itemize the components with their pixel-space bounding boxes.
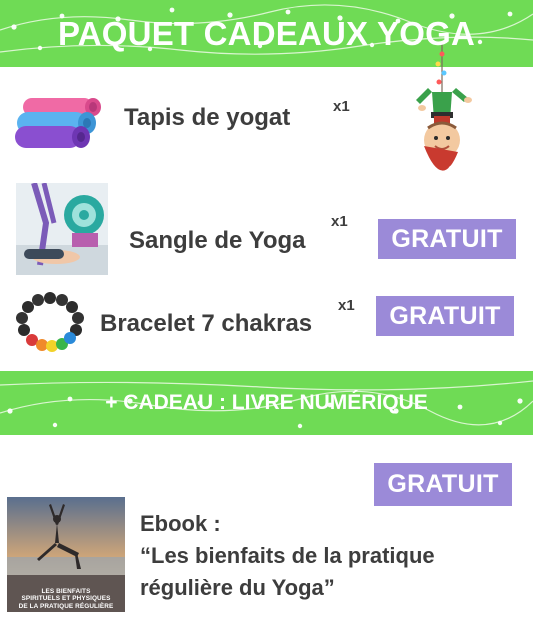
free-badge-bracelet: GRATUIT — [376, 296, 514, 336]
item-name-bracelet: Bracelet 7 chakras — [100, 310, 313, 337]
free-badge-ebook: GRATUIT — [374, 463, 512, 506]
ebook-cover-line-3: DE LA PRATIQUE RÉGULIÈRE — [18, 602, 114, 610]
header-banner: PAQUET CADEAUX YOGA — [0, 0, 533, 67]
item-qty-bracelet: x1 — [338, 297, 355, 314]
ebook-label: Ebook : — [140, 511, 221, 536]
yoga-strap-icon — [16, 183, 108, 275]
item-qty-yoga-mat: x1 — [333, 98, 350, 115]
ebook-title-line-2: régulière du Yoga” — [140, 575, 335, 600]
ebook-description: Ebook : “Les bienfaits de la pratique ré… — [140, 508, 435, 604]
ebook-cover: LES BIENFAITS SPIRITUELS ET PHYSIQUES DE… — [7, 497, 125, 612]
chakra-bracelet-icon — [16, 292, 84, 352]
yoga-mat-icon — [15, 98, 101, 148]
ebook-cover-line-1: LES BIENFAITS — [41, 587, 91, 595]
ebook-cover-line-2: SPIRITUELS ET PHYSIQUES — [21, 595, 111, 602]
item-name-yoga-strap: Sangle de Yoga — [129, 227, 306, 254]
ebook-title-line-1: “Les bienfaits de la pratique — [140, 543, 435, 568]
item-name-yoga-mat: Tapis de yogat — [124, 104, 291, 131]
gift-banner: + CADEAU : LIVRE NUMÉRIQUE — [0, 371, 533, 435]
gift-banner-text: + CADEAU : LIVRE NUMÉRIQUE — [105, 391, 428, 414]
item-qty-yoga-strap: x1 — [331, 213, 348, 230]
page-title: PAQUET CADEAUX YOGA — [58, 14, 475, 52]
free-badge-strap: GRATUIT — [378, 219, 516, 259]
ebook-cover-caption: LES BIENFAITS SPIRITUELS ET PHYSIQUES DE… — [7, 588, 125, 611]
